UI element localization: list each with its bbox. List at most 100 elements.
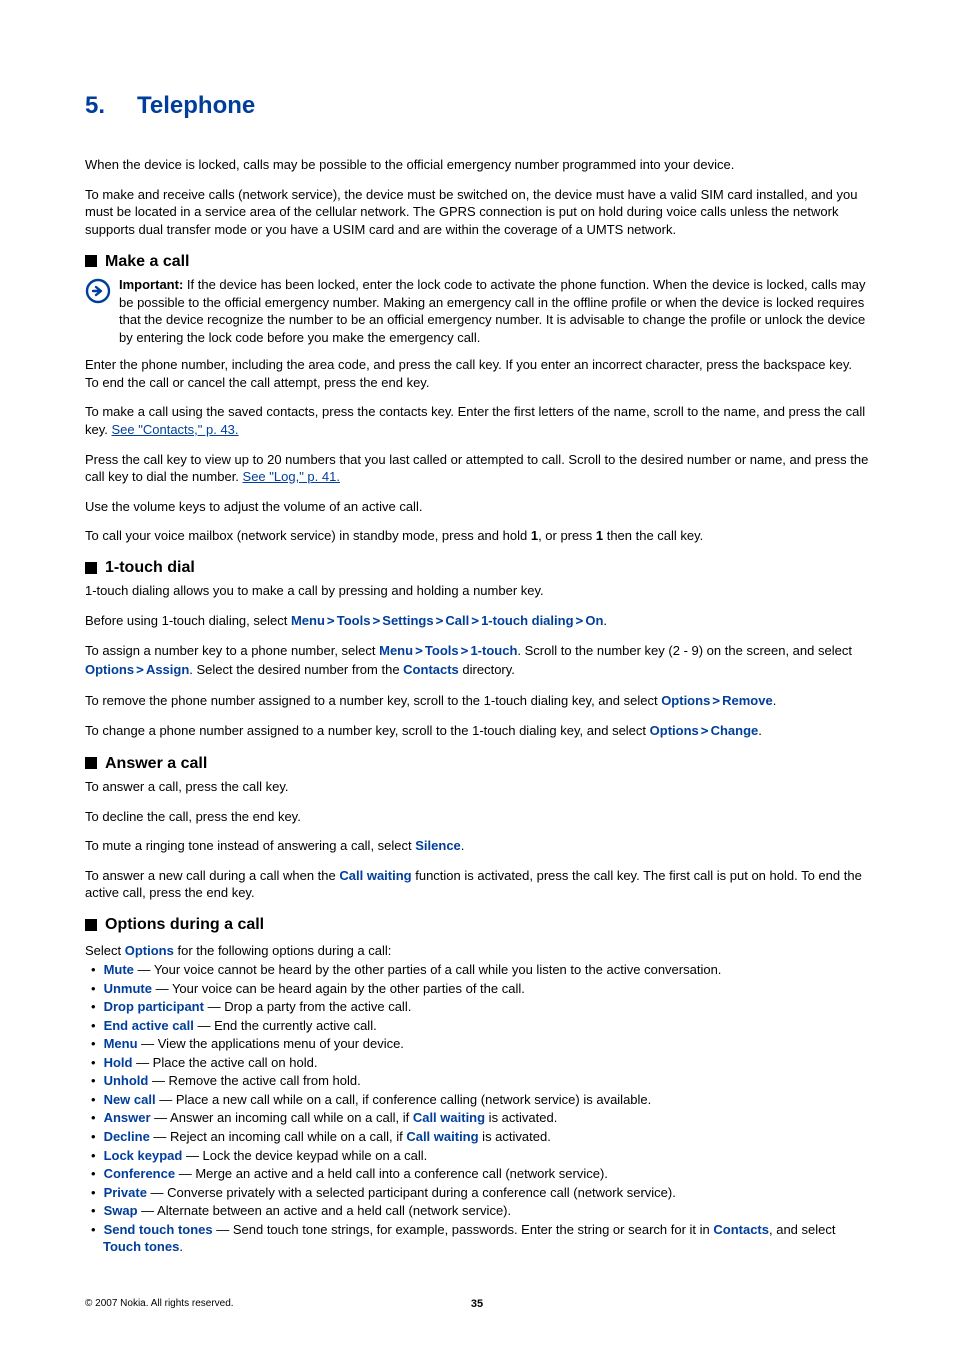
gt-icon: > bbox=[469, 614, 481, 629]
option-term: Menu bbox=[104, 1036, 138, 1051]
list-item: Answer — Answer an incoming call while o… bbox=[85, 1109, 869, 1127]
text: Select bbox=[85, 943, 125, 958]
gt-icon: > bbox=[134, 663, 146, 678]
term-menu: Menu bbox=[291, 613, 325, 628]
list-item: Private — Converse privately with a sele… bbox=[85, 1184, 869, 1202]
page: 5.Telephone When the device is locked, c… bbox=[0, 0, 954, 1350]
heading-text: 1-touch dial bbox=[105, 557, 195, 579]
option-term: Conference bbox=[104, 1166, 176, 1181]
heading-options-during-a-call: Options during a call bbox=[85, 914, 869, 936]
square-bullet-icon bbox=[85, 562, 97, 574]
term-silence: Silence bbox=[415, 838, 461, 853]
make-call-p5: To call your voice mailbox (network serv… bbox=[85, 527, 869, 545]
gt-icon: > bbox=[434, 614, 446, 629]
important-text: Important: If the device has been locked… bbox=[119, 276, 869, 346]
list-item: Unhold — Remove the active call from hol… bbox=[85, 1072, 869, 1090]
text: To mute a ringing tone instead of answer… bbox=[85, 838, 415, 853]
option-term: Decline bbox=[104, 1129, 150, 1144]
make-call-p2: To make a call using the saved contacts,… bbox=[85, 403, 869, 438]
list-item: Swap — Alternate between an active and a… bbox=[85, 1202, 869, 1220]
option-term: Private bbox=[104, 1185, 147, 1200]
onetouch-p3: To assign a number key to a phone number… bbox=[85, 642, 869, 679]
page-number: 35 bbox=[471, 1297, 483, 1312]
option-term: Hold bbox=[104, 1055, 133, 1070]
list-item: Hold — Place the active call on hold. bbox=[85, 1054, 869, 1072]
text: Before using 1-touch dialing, select bbox=[85, 613, 291, 628]
gt-icon: > bbox=[325, 614, 337, 629]
inline-term: Touch tones bbox=[103, 1239, 179, 1254]
intro-p1: When the device is locked, calls may be … bbox=[85, 156, 869, 174]
text: then the call key. bbox=[603, 528, 703, 543]
option-term: Drop participant bbox=[104, 999, 204, 1014]
term-1touch: 1-touch bbox=[470, 643, 517, 658]
text: , or press bbox=[538, 528, 596, 543]
link-log[interactable]: See "Log," p. 41. bbox=[243, 469, 340, 484]
option-term: Mute bbox=[104, 962, 134, 977]
intro-p2: To make and receive calls (network servi… bbox=[85, 186, 869, 239]
gt-icon: > bbox=[699, 724, 711, 739]
answer-p1: To answer a call, press the call key. bbox=[85, 778, 869, 796]
copyright: © 2007 Nokia. All rights reserved. bbox=[85, 1298, 234, 1309]
options-list: Mute — Your voice cannot be heard by the… bbox=[85, 961, 869, 1256]
heading-text: Make a call bbox=[105, 251, 190, 273]
term-options: Options bbox=[85, 662, 134, 677]
list-item: New call — Place a new call while on a c… bbox=[85, 1091, 869, 1109]
option-term: New call bbox=[104, 1092, 156, 1107]
gt-icon: > bbox=[710, 694, 722, 709]
term-call-waiting: Call waiting bbox=[339, 868, 411, 883]
term-options: Options bbox=[125, 943, 174, 958]
list-item: Conference — Merge an active and a held … bbox=[85, 1165, 869, 1183]
options-intro: Select Options for the following options… bbox=[85, 942, 869, 960]
inline-term: Call waiting bbox=[413, 1110, 485, 1125]
list-item: End active call — End the currently acti… bbox=[85, 1017, 869, 1035]
gt-icon: > bbox=[574, 614, 586, 629]
heading-make-a-call: Make a call bbox=[85, 251, 869, 273]
important-label: Important: bbox=[119, 277, 183, 292]
term-on: On bbox=[585, 613, 603, 628]
term-call: Call bbox=[445, 613, 469, 628]
text: . Scroll to the number key (2 - 9) on th… bbox=[517, 643, 852, 658]
onetouch-p5: To change a phone number assigned to a n… bbox=[85, 722, 869, 741]
term-options: Options bbox=[661, 693, 710, 708]
gt-icon: > bbox=[370, 614, 382, 629]
option-term: Answer bbox=[104, 1110, 151, 1125]
onetouch-p4: To remove the phone number assigned to a… bbox=[85, 692, 869, 711]
list-item: Lock keypad — Lock the device keypad whi… bbox=[85, 1147, 869, 1165]
text: . Select the desired number from the bbox=[189, 662, 403, 677]
heading-text: Answer a call bbox=[105, 753, 207, 775]
option-term: Unmute bbox=[104, 981, 152, 996]
option-term: Unhold bbox=[104, 1073, 149, 1088]
arrow-circle-icon bbox=[85, 278, 119, 309]
list-item: Unmute — Your voice can be heard again b… bbox=[85, 980, 869, 998]
chapter-number: 5. bbox=[85, 90, 137, 122]
inline-term: Call waiting bbox=[406, 1129, 478, 1144]
onetouch-p1: 1-touch dialing allows you to make a cal… bbox=[85, 582, 869, 600]
important-body: If the device has been locked, enter the… bbox=[119, 277, 865, 345]
text: To answer a new call during a call when … bbox=[85, 868, 339, 883]
onetouch-p2: Before using 1-touch dialing, select Men… bbox=[85, 612, 869, 631]
term-change: Change bbox=[711, 723, 759, 738]
square-bullet-icon bbox=[85, 919, 97, 931]
square-bullet-icon bbox=[85, 255, 97, 267]
make-call-p4: Use the volume keys to adjust the volume… bbox=[85, 498, 869, 516]
option-term: Swap bbox=[104, 1203, 138, 1218]
answer-p2: To decline the call, press the end key. bbox=[85, 808, 869, 826]
text: To assign a number key to a phone number… bbox=[85, 643, 379, 658]
footer: © 2007 Nokia. All rights reserved. 35 bbox=[85, 1297, 869, 1311]
option-term: End active call bbox=[104, 1018, 194, 1033]
list-item: Mute — Your voice cannot be heard by the… bbox=[85, 961, 869, 979]
digit-1a: 1 bbox=[531, 528, 538, 543]
answer-p3: To mute a ringing tone instead of answer… bbox=[85, 837, 869, 855]
make-call-p1: Enter the phone number, including the ar… bbox=[85, 356, 869, 391]
link-contacts[interactable]: See "Contacts," p. 43. bbox=[112, 422, 239, 437]
heading-text: Options during a call bbox=[105, 914, 264, 936]
inline-term: Contacts bbox=[713, 1222, 769, 1237]
list-item: Drop participant — Drop a party from the… bbox=[85, 998, 869, 1016]
term-tools: Tools bbox=[425, 643, 459, 658]
term-remove: Remove bbox=[722, 693, 773, 708]
gt-icon: > bbox=[459, 644, 471, 659]
digit-1b: 1 bbox=[596, 528, 603, 543]
important-note: Important: If the device has been locked… bbox=[85, 276, 869, 346]
gt-icon: > bbox=[413, 644, 425, 659]
term-options: Options bbox=[650, 723, 699, 738]
